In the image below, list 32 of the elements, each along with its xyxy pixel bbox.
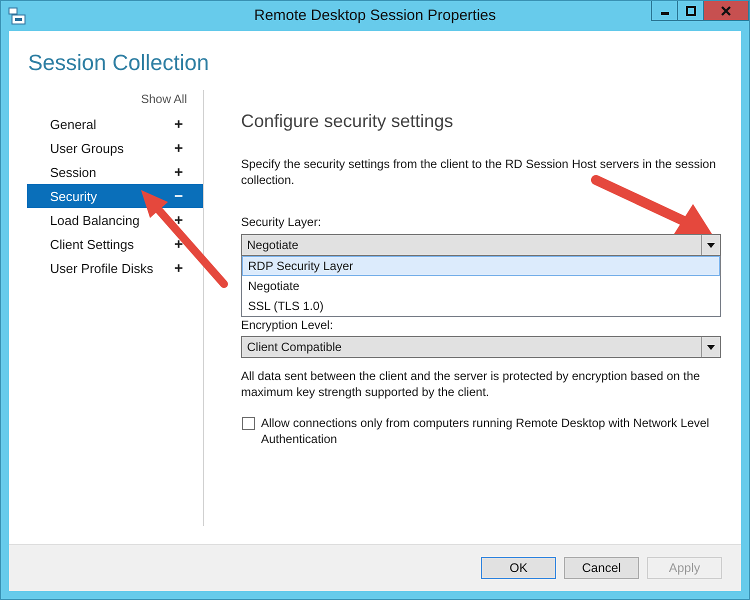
dropdown-caret-icon [707,242,715,248]
dropdown-option[interactable]: RDP Security Layer [242,256,720,276]
app-icon [8,7,26,25]
security-layer-dropdown[interactable]: Negotiate [241,234,721,256]
section-heading: Session Collection [28,50,209,76]
dropdown-option[interactable]: Negotiate [242,276,720,296]
window-title: Remote Desktop Session Properties [253,7,497,24]
field-label: Security Layer: [241,214,322,230]
encryption-description: All data sent between the client and the server is protected by encryption based on the maximum key strength supported by the client. [241,368,701,400]
nav-item[interactable]: User Profile Disks + [27,256,203,280]
nav-item[interactable]: Session + [27,160,203,184]
checkbox-label: Allow connections only from computers running Remote Desktop with Network Level Authentication [261,415,710,447]
page-heading: Configure security settings [241,110,454,132]
dialog-button[interactable]: Cancel [564,557,639,579]
minimize-icon [660,12,668,15]
dropdown-option[interactable]: SSL (TLS 1.0) [242,296,720,316]
field-label: Encryption Level: [241,318,334,332]
nav-item[interactable]: Load Balancing + [27,208,203,232]
close-button[interactable] [703,1,749,21]
nav-item[interactable]: Security − [27,184,203,208]
nav-item[interactable]: Client Settings + [27,232,203,256]
minimize-button[interactable] [651,1,678,21]
nav-item[interactable]: User Groups + [27,136,203,160]
dialog-button[interactable]: OK [481,557,556,579]
nav-item[interactable]: General + [27,112,203,136]
close-icon [721,6,731,16]
show-all-link[interactable]: Show All [140,92,187,112]
checkbox[interactable] [242,417,255,430]
description-text: Specify the security settings from the client to the RD Session Host servers in the session collection. [241,156,717,188]
maximize-icon [686,6,696,16]
dropdown-caret-icon [707,344,715,350]
encryption-level-dropdown[interactable]: Client Compatible [241,336,721,358]
